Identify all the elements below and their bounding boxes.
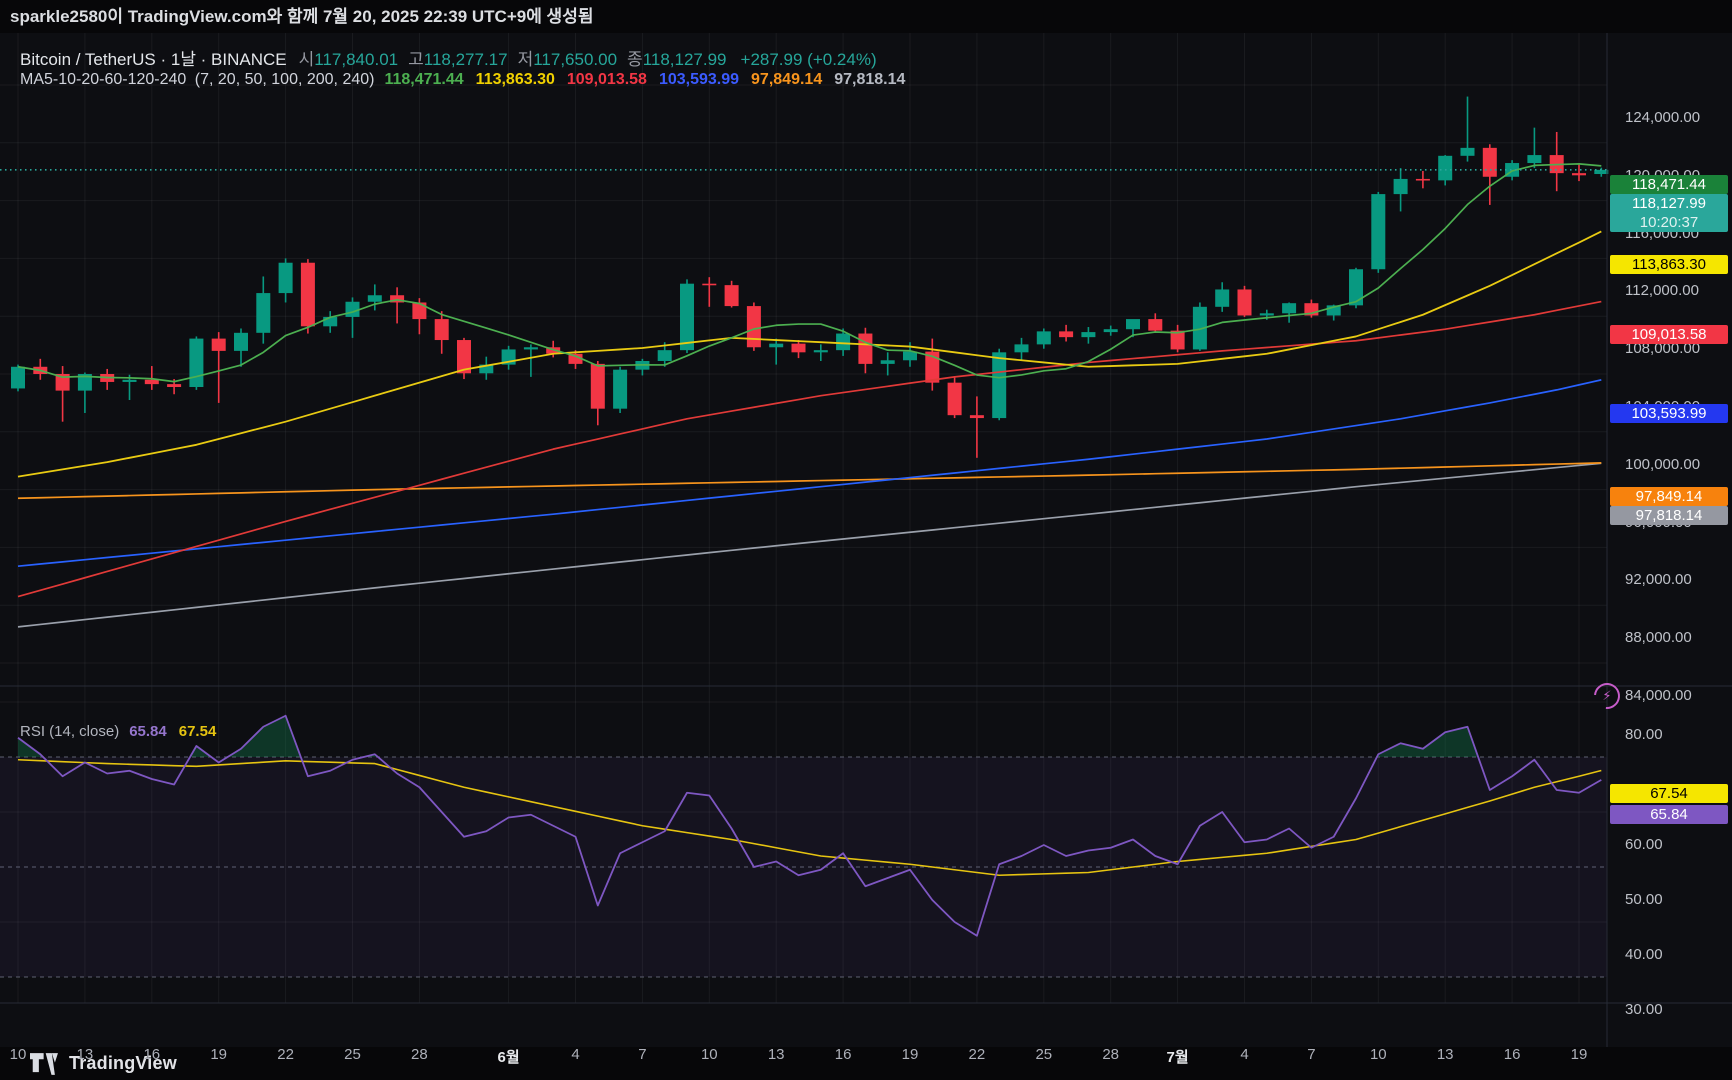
time-axis-label: 28 — [411, 1046, 428, 1063]
price-axis-label: 124,000.00 — [1625, 109, 1700, 127]
ohlc-field-value: 117,650.00 — [533, 50, 617, 69]
time-axis-label: 28 — [1102, 1046, 1119, 1063]
time-axis-label: 10 — [701, 1046, 718, 1063]
time-axis-label: 25 — [344, 1046, 361, 1063]
rsi-legend-title[interactable]: RSI (14, close) — [20, 723, 119, 740]
ma200-price-badge: 97,849.14 — [1610, 487, 1728, 506]
price-axis-label: 92,000.00 — [1625, 571, 1692, 589]
rsi-axis-label: 80.00 — [1625, 726, 1663, 744]
ma-legend-title[interactable]: MA5-10-20-60-120-240 — [20, 71, 186, 88]
chart-region[interactable]: Bitcoin / TetherUS · 1날 · BINANCE 시117,84… — [0, 33, 1732, 1047]
ohlc-field-label: 종 — [627, 50, 643, 69]
time-axis-label: 16 — [1504, 1046, 1521, 1063]
ohlc-field-value: 117,840.01 — [314, 50, 398, 69]
ma-legend[interactable]: MA5-10-20-60-120-240 (7, 20, 50, 100, 20… — [20, 71, 921, 89]
price-axis-label: 100,000.00 — [1625, 456, 1700, 474]
time-axis-label: 13 — [768, 1046, 785, 1063]
rsi-current-value: 65.84 — [129, 723, 167, 740]
tradingview-logo-icon[interactable] — [30, 1053, 60, 1075]
time-axis-label: 7 — [1307, 1046, 1315, 1063]
price-axis-label: 84,000.00 — [1625, 687, 1692, 705]
ma20-line — [18, 231, 1601, 476]
price-axis-label: 88,000.00 — [1625, 629, 1692, 647]
time-axis-label: 10 — [1370, 1046, 1387, 1063]
symbol-title[interactable]: Bitcoin / TetherUS · 1날 · BINANCE — [20, 50, 287, 69]
rsi-legend[interactable]: RSI (14, close) 65.84 67.54 — [20, 723, 216, 740]
share-banner-text: sparkle2580이 TradingView.com와 함께 7월 20, … — [10, 7, 593, 26]
time-axis-label: 4 — [1240, 1046, 1248, 1063]
price-chart-canvas[interactable] — [0, 33, 1732, 1047]
ohlc-field-label: 고 — [408, 50, 424, 69]
ohlc-field-value: 118,277.17 — [424, 50, 508, 69]
ma-legend-value: 103,593.99 — [659, 71, 739, 88]
ma-legend-value: 97,849.14 — [751, 71, 822, 88]
change-value: +287.99 (+0.24%) — [741, 50, 877, 69]
ohlc-field-label: 시 — [299, 50, 315, 69]
symbol-legend[interactable]: Bitcoin / TetherUS · 1날 · BINANCE 시117,84… — [20, 45, 881, 70]
time-axis-label: 22 — [969, 1046, 986, 1063]
time-axis-label: 6월 — [498, 1046, 520, 1067]
ma200-line — [18, 463, 1601, 498]
time-axis-label: 10 — [10, 1046, 27, 1063]
ma100-price-badge: 103,593.99 — [1610, 404, 1728, 423]
tradingview-snapshot: sparkle2580이 TradingView.com와 함께 7월 20, … — [0, 0, 1732, 1080]
rsi-axis-label: 40.00 — [1625, 946, 1663, 964]
time-axis-label: 4 — [571, 1046, 579, 1063]
ma-legend-params: (7, 20, 50, 100, 200, 240) — [195, 71, 375, 88]
price-axis-label: 112,000.00 — [1625, 282, 1699, 300]
ma7-line — [18, 164, 1601, 382]
rsi-ma-badge: 67.54 — [1610, 784, 1728, 803]
ma-legend-value: 118,471.44 — [384, 71, 463, 88]
ohlc-field-label: 저 — [518, 50, 534, 69]
ma50-line — [18, 302, 1601, 597]
time-axis-label: 13 — [77, 1046, 94, 1063]
time-axis-label: 16 — [143, 1046, 160, 1063]
ma-legend-value: 113,863.30 — [476, 71, 555, 88]
ma-legend-values: 118,471.44 113,863.30 109,013.58 103,593.99… — [384, 71, 917, 88]
last-price-badge: 118,127.9910:20:37 — [1610, 194, 1728, 232]
rsi-axis-label: 60.00 — [1625, 836, 1663, 854]
ohlc-field-value: 118,127.99 — [643, 50, 727, 69]
ma-legend-value: 97,818.14 — [834, 71, 905, 88]
time-axis-label: 16 — [835, 1046, 852, 1063]
rsi-badge: 65.84 — [1610, 805, 1728, 824]
rsi-axis-label: 50.00 — [1625, 891, 1663, 909]
time-axis-label: 19 — [902, 1046, 919, 1063]
time-axis-label: 22 — [277, 1046, 294, 1063]
time-axis-label: 25 — [1035, 1046, 1052, 1063]
time-axis-label: 19 — [1571, 1046, 1588, 1063]
time-axis-label: 7월 — [1167, 1046, 1189, 1067]
ohlc-fields: 시117,840.01 고118,277.17 저117,650.00 종118,12… — [299, 50, 737, 69]
rsi-ma-value: 67.54 — [179, 723, 217, 740]
rsi-band — [0, 757, 1607, 977]
share-banner: sparkle2580이 TradingView.com와 함께 7월 20, … — [0, 0, 1732, 33]
ma7-price-badge: 118,471.44 — [1610, 175, 1728, 194]
time-axis-label: 13 — [1437, 1046, 1454, 1063]
time-axis-label: 7 — [638, 1046, 646, 1063]
ma240-price-badge: 97,818.14 — [1610, 506, 1728, 525]
candles — [11, 97, 1608, 458]
ma-legend-value: 109,013.58 — [567, 71, 647, 88]
time-axis-label: 19 — [210, 1046, 227, 1063]
ma50-price-badge: 109,013.58 — [1610, 325, 1728, 344]
ma100-line — [18, 380, 1601, 566]
footer-bar: TradingView — [0, 1047, 1732, 1080]
rsi-axis-label: 30.00 — [1625, 1001, 1663, 1019]
ma20-price-badge: 113,863.30 — [1610, 255, 1728, 274]
